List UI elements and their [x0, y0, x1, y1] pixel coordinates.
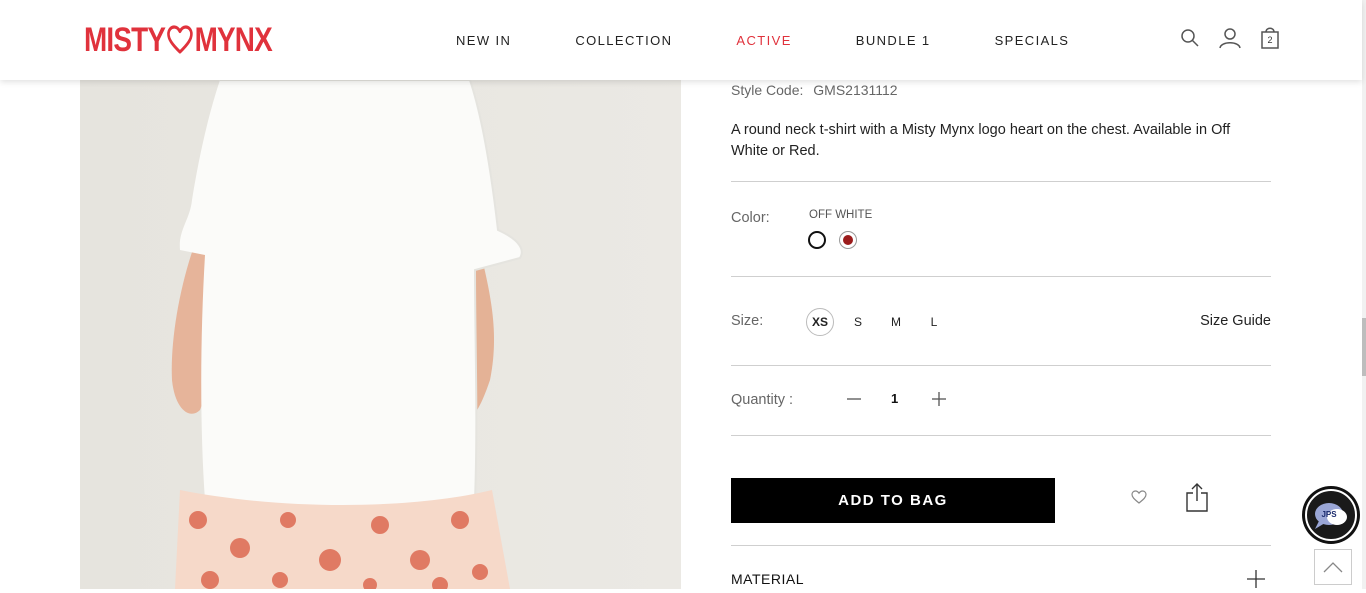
nav-active[interactable]: ACTIVE: [736, 33, 791, 48]
scrollbar-thumb[interactable]: [1362, 318, 1366, 376]
chat-badge-text: JPS: [1321, 510, 1337, 519]
logo-text-right: MYNX: [194, 20, 273, 59]
size-option-xs[interactable]: XS: [806, 308, 834, 336]
logo-text-left: MISTY: [84, 20, 166, 59]
product-image[interactable]: [80, 80, 681, 589]
search-icon[interactable]: [1178, 26, 1202, 50]
heart-logo-icon: [167, 25, 193, 54]
chat-widget-button[interactable]: JPS: [1302, 486, 1360, 544]
plus-icon[interactable]: [929, 389, 949, 413]
nav-bundle-1[interactable]: BUNDLE 1: [856, 33, 931, 48]
product-description: A round neck t-shirt with a Misty Mynx l…: [731, 122, 1231, 159]
minus-icon[interactable]: [844, 389, 864, 413]
bag-icon[interactable]: 2: [1258, 26, 1282, 50]
main-nav: NEW IN COLLECTION ACTIVE BUNDLE 1 SPECIA…: [456, 33, 1069, 48]
divider: [731, 181, 1271, 182]
selected-color-name: OFF WHITE: [809, 209, 873, 221]
add-to-bag-button[interactable]: ADD TO BAG: [731, 478, 1055, 523]
back-to-top-button[interactable]: [1314, 549, 1352, 585]
share-icon[interactable]: [1185, 482, 1209, 517]
divider: [731, 365, 1271, 366]
nav-collection[interactable]: COLLECTION: [575, 33, 672, 48]
logo[interactable]: MISTY MYNX: [84, 20, 273, 59]
header-icons: 2: [1178, 26, 1298, 50]
quantity-label: Quantity :: [731, 392, 794, 408]
nav-specials[interactable]: SPECIALS: [995, 33, 1070, 48]
size-guide-link[interactable]: Size Guide: [1200, 313, 1271, 329]
heart-icon[interactable]: [1131, 490, 1147, 509]
color-swatch-off-white[interactable]: [808, 231, 826, 249]
divider: [731, 276, 1271, 277]
size-option-l[interactable]: L: [920, 308, 948, 336]
bag-count-badge: 2: [1267, 35, 1273, 45]
material-accordion-title[interactable]: MATERIAL: [731, 571, 804, 587]
user-icon[interactable]: [1218, 26, 1242, 50]
plus-icon[interactable]: [1247, 570, 1265, 593]
nav-new-in[interactable]: NEW IN: [456, 33, 511, 48]
color-label: Color:: [731, 210, 770, 226]
quantity-value[interactable]: 1: [891, 391, 898, 406]
divider: [731, 545, 1271, 546]
product-photo: [80, 80, 681, 589]
size-option-m[interactable]: M: [882, 308, 910, 336]
page-scrollbar[interactable]: [1362, 0, 1366, 589]
style-code-value: GMS2131112: [813, 82, 898, 98]
chat-icon: JPS: [1305, 489, 1357, 541]
style-code-label: Style Code:: [731, 82, 804, 98]
size-label: Size:: [731, 313, 764, 329]
divider: [731, 435, 1271, 436]
size-option-s[interactable]: S: [844, 308, 872, 336]
site-header: MISTY MYNX NEW IN COLLECTION ACTIVE BUND…: [0, 0, 1362, 80]
color-swatch-red[interactable]: [839, 231, 857, 249]
arrow-up-icon: [1323, 562, 1343, 573]
style-code: Style Code: GMS2131112: [731, 82, 898, 98]
